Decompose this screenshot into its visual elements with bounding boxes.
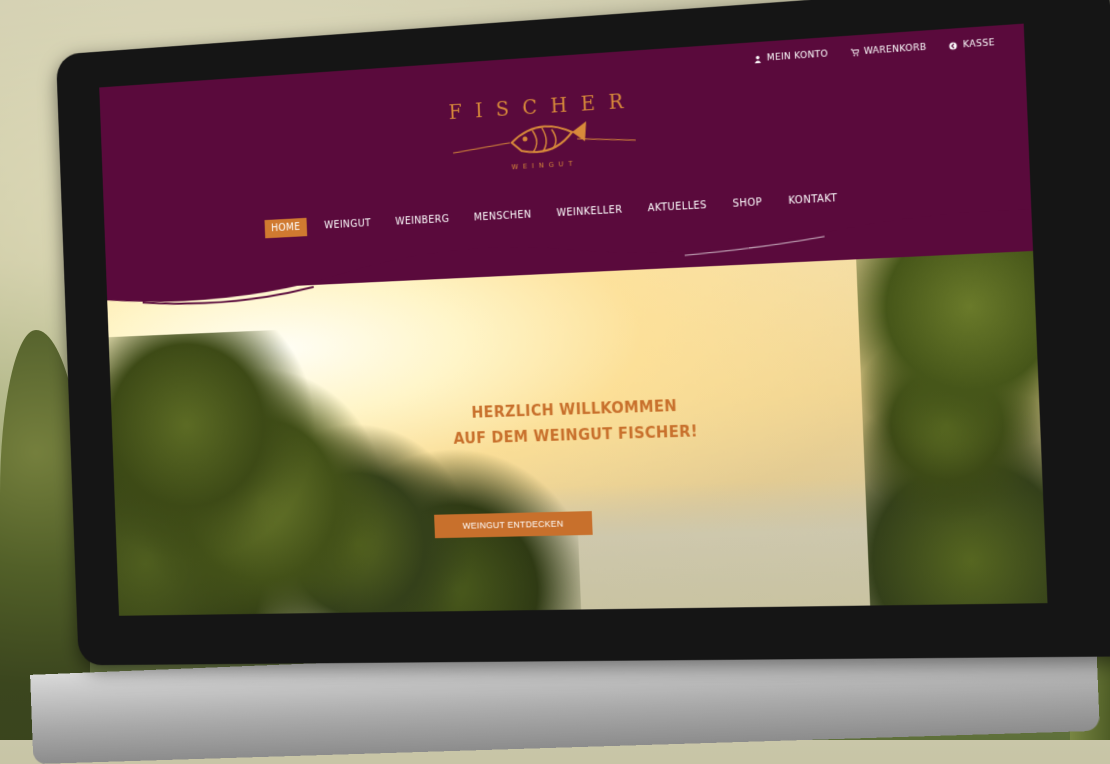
nav-weingut[interactable]: WEINGUT xyxy=(317,214,377,236)
account-bar: MEIN KONTO WARENKORB KASSE xyxy=(754,38,995,64)
nav-aktuelles[interactable]: AKTUELLES xyxy=(641,196,715,219)
hero-title: HERZLICH WILLKOMMEN AUF DEM WEINGUT FISC… xyxy=(402,390,752,453)
nav-kontakt[interactable]: KONTAKT xyxy=(781,189,845,212)
website-screen: HERZLICH WILLKOMMEN AUF DEM WEINGUT FISC… xyxy=(99,23,1048,616)
my-account-label: MEIN KONTO xyxy=(766,49,829,64)
checkout-link[interactable]: KASSE xyxy=(949,38,995,51)
checkout-label: KASSE xyxy=(962,38,996,51)
cart-link[interactable]: WARENKORB xyxy=(850,42,927,58)
checkout-icon xyxy=(949,42,958,51)
user-icon xyxy=(754,55,762,64)
nav-home[interactable]: HOME xyxy=(264,217,308,239)
hero-vines-left xyxy=(99,317,583,616)
cart-label: WARENKORB xyxy=(863,42,927,58)
site-logo[interactable]: FISCHER WEINGUT xyxy=(432,79,657,181)
nav-menschen[interactable]: MENSCHEN xyxy=(467,205,539,227)
nav-shop[interactable]: SHOP xyxy=(725,193,769,214)
nav-weinberg[interactable]: WEINBERG xyxy=(388,210,456,232)
discover-winery-button[interactable]: WEINGUT ENTDECKEN xyxy=(434,511,593,539)
cart-icon xyxy=(850,48,859,57)
monitor: HERZLICH WILLKOMMEN AUF DEM WEINGUT FISC… xyxy=(55,0,1110,666)
my-account-link[interactable]: MEIN KONTO xyxy=(754,49,829,64)
